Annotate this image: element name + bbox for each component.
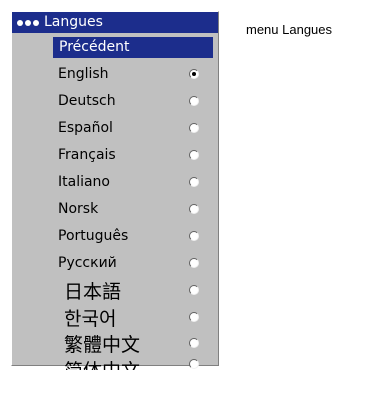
language-label: Norsk <box>58 201 99 217</box>
radio-icon[interactable] <box>189 204 199 214</box>
language-label: 简体中文 <box>58 356 189 370</box>
language-label: English <box>58 66 109 82</box>
radio-icon[interactable] <box>189 123 199 133</box>
language-item-francais[interactable]: Français <box>58 142 208 168</box>
language-item-italiano[interactable]: Italiano <box>58 169 208 195</box>
language-label: Português <box>58 228 129 244</box>
language-label: 한국어 <box>64 307 117 330</box>
language-label: Deutsch <box>58 93 116 109</box>
language-item-portugues[interactable]: Português <box>58 223 208 249</box>
radio-icon[interactable] <box>189 231 199 241</box>
previous-button[interactable]: Précédent <box>53 37 213 58</box>
language-item-espanol[interactable]: Español <box>58 115 208 141</box>
language-item-simplified-chinese[interactable]: 简体中文 <box>58 356 208 370</box>
language-item-norsk[interactable]: Norsk <box>58 196 208 222</box>
language-label: 日本語 <box>64 280 122 303</box>
language-item-deutsch[interactable]: Deutsch <box>58 88 208 114</box>
language-item-korean[interactable]: 한국어 <box>58 304 208 330</box>
language-label: Italiano <box>58 174 110 190</box>
language-item-english[interactable]: English <box>58 61 208 87</box>
menu-title: Langues <box>44 14 103 30</box>
radio-selected-icon[interactable] <box>189 69 199 79</box>
language-label: Español <box>58 120 113 136</box>
language-item-traditional-chinese[interactable]: 繁體中文 <box>58 330 208 356</box>
language-label: Русский <box>58 255 117 271</box>
menu-title-bar: Langues <box>12 12 218 33</box>
radio-icon[interactable] <box>189 312 199 322</box>
languages-menu: Langues Précédent English Deutsch Españo… <box>11 11 219 370</box>
menu-dots-icon <box>17 19 39 26</box>
radio-icon[interactable] <box>189 285 199 295</box>
language-item-russian[interactable]: Русский <box>58 250 208 276</box>
menu-caption: menu Langues <box>246 22 333 37</box>
language-label: 繁體中文 <box>64 333 141 356</box>
radio-icon[interactable] <box>189 338 199 348</box>
radio-icon[interactable] <box>189 96 199 106</box>
radio-icon[interactable] <box>189 150 199 160</box>
radio-icon[interactable] <box>189 177 199 187</box>
language-item-japanese[interactable]: 日本語 <box>58 277 208 303</box>
language-label: Français <box>58 147 116 163</box>
radio-icon[interactable] <box>189 359 199 369</box>
radio-icon[interactable] <box>189 258 199 268</box>
